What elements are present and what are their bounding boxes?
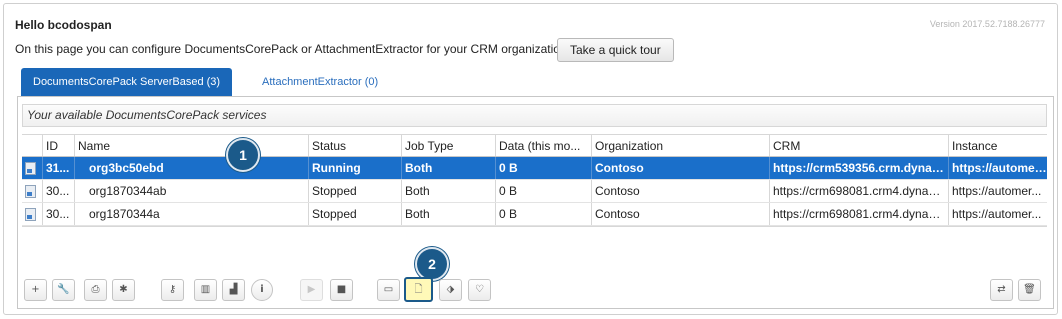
- gear-icon[interactable]: ✱: [112, 279, 135, 301]
- swap-icon[interactable]: ⇄: [990, 279, 1013, 301]
- callout-badge-1: 1: [226, 138, 260, 172]
- print-icon[interactable]: ⎙: [84, 279, 107, 301]
- quick-tour-button[interactable]: Take a quick tour: [557, 38, 674, 62]
- greeting: Hello bcodospan: [15, 18, 112, 32]
- page-frame: Hello bcodospan Version 2017.52.7188.267…: [3, 3, 1058, 315]
- document-template-button[interactable]: 🗋: [404, 277, 433, 302]
- row-organization: Contoso: [591, 157, 769, 179]
- row-organization: Contoso: [591, 203, 769, 225]
- row-status: Running: [308, 157, 401, 179]
- add-button[interactable]: +: [24, 279, 47, 301]
- service-row-icon: [22, 203, 42, 225]
- chart-icon[interactable]: ▟: [222, 279, 245, 301]
- row-job-type: Both: [401, 157, 495, 179]
- tag-icon[interactable]: ⬗: [439, 279, 462, 301]
- row-name: org1870344a: [74, 203, 308, 225]
- services-panel: Your available DocumentsCorePack service…: [17, 96, 1054, 309]
- column-header-crm[interactable]: CRM: [769, 135, 948, 156]
- row-name: org1870344ab: [74, 180, 308, 202]
- row-name: org3bc50ebd: [74, 157, 308, 179]
- tab-documentscorepack[interactable]: DocumentsCorePack ServerBased (3): [21, 68, 233, 96]
- services-grid: ID Name Status Job Type Data (this mo...…: [22, 134, 1047, 227]
- save-icon[interactable]: ▭: [377, 279, 400, 301]
- wrench-icon[interactable]: 🔧: [52, 279, 75, 301]
- grid-title: Your available DocumentsCorePack service…: [22, 104, 1047, 127]
- column-header-organization[interactable]: Organization: [591, 135, 769, 156]
- column-header-name[interactable]: Name: [74, 135, 308, 156]
- row-status: Stopped: [308, 203, 401, 225]
- row-data: 0 B: [495, 157, 591, 179]
- header-icon-col: [22, 135, 42, 156]
- row-id: 30...: [42, 180, 74, 202]
- row-organization: Contoso: [591, 180, 769, 202]
- table-row[interactable]: 30... org1870344ab Stopped Both 0 B Cont…: [22, 180, 1047, 203]
- row-id: 31...: [42, 157, 74, 179]
- key-icon[interactable]: ⚷: [161, 279, 184, 301]
- document-icon: [25, 162, 36, 175]
- service-row-icon: [22, 157, 42, 179]
- list-icon[interactable]: ▥: [194, 279, 217, 301]
- row-crm: https://crm698081.crm4.dynam...: [769, 203, 948, 225]
- row-id: 30...: [42, 203, 74, 225]
- lightbulb-icon[interactable]: ♡: [468, 279, 491, 301]
- column-header-status[interactable]: Status: [308, 135, 401, 156]
- row-instance: https://automer...: [948, 157, 1047, 179]
- stop-button[interactable]: ■: [330, 279, 353, 301]
- column-header-data[interactable]: Data (this mo...: [495, 135, 591, 156]
- intro-text: On this page you can configure Documents…: [15, 42, 570, 56]
- row-instance: https://automer...: [948, 203, 1047, 225]
- callout-badge-2: 2: [415, 247, 449, 281]
- info-icon[interactable]: i: [251, 279, 273, 301]
- row-data: 0 B: [495, 180, 591, 202]
- document-icon: [25, 185, 36, 198]
- grid-header-row: ID Name Status Job Type Data (this mo...…: [22, 135, 1047, 157]
- play-button[interactable]: ▶: [300, 279, 323, 301]
- table-row[interactable]: 31... org3bc50ebd Running Both 0 B Conto…: [22, 157, 1047, 180]
- row-job-type: Both: [401, 180, 495, 202]
- row-data: 0 B: [495, 203, 591, 225]
- version-label: Version 2017.52.7188.26777: [929, 19, 1045, 29]
- row-instance: https://automer...: [948, 180, 1047, 202]
- row-crm: https://crm539356.crm.dynamic...: [769, 157, 948, 179]
- row-crm: https://crm698081.crm4.dynam...: [769, 180, 948, 202]
- column-header-id[interactable]: ID: [42, 135, 74, 156]
- row-job-type: Both: [401, 203, 495, 225]
- service-row-icon: [22, 180, 42, 202]
- table-row[interactable]: 30... org1870344a Stopped Both 0 B Conto…: [22, 203, 1047, 226]
- tab-attachmentextractor[interactable]: AttachmentExtractor (0): [250, 68, 390, 96]
- row-status: Stopped: [308, 180, 401, 202]
- column-header-instance[interactable]: Instance: [948, 135, 1047, 156]
- delete-icon[interactable]: 🗑: [1018, 279, 1041, 301]
- column-header-job-type[interactable]: Job Type: [401, 135, 495, 156]
- document-icon: [25, 208, 36, 221]
